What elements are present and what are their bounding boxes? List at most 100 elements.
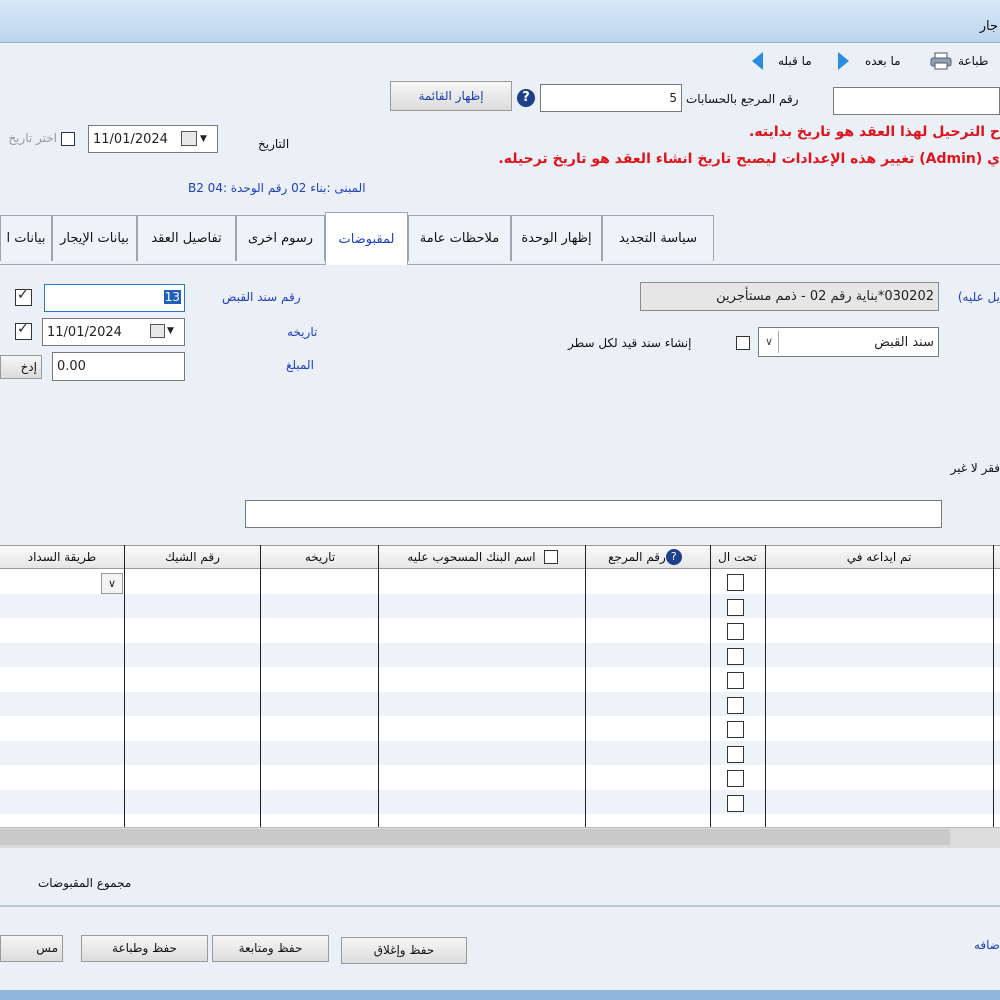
row-checkbox[interactable] bbox=[727, 574, 744, 591]
building-info: المبنى :بناء 02 رقم الوحدة :B2 04 bbox=[188, 181, 366, 195]
table-row[interactable] bbox=[0, 667, 1000, 691]
warning-line-2: ي (Admin) تغيير هذه الإعدادات ليصبح تاري… bbox=[498, 151, 1000, 167]
col-divider bbox=[378, 545, 379, 827]
show-list-button[interactable]: إظهار القائمة bbox=[390, 81, 512, 111]
col-bank-name: اسم البنك المسحوب عليه bbox=[379, 545, 586, 569]
table-row[interactable] bbox=[0, 691, 1000, 716]
col-divider bbox=[993, 545, 994, 827]
receipt-date-checkbox[interactable] bbox=[15, 321, 32, 340]
dropdown-arrow-icon-2[interactable]: ▼ bbox=[167, 326, 174, 336]
tab-data[interactable]: بيانات ا bbox=[0, 215, 52, 261]
date-label: التاريخ bbox=[258, 137, 290, 151]
status-strip bbox=[0, 990, 1000, 1000]
next-arrow-icon[interactable] bbox=[838, 52, 849, 70]
col-divider bbox=[710, 545, 711, 827]
row-checkbox[interactable] bbox=[727, 672, 744, 689]
table-row[interactable] bbox=[0, 569, 1000, 593]
window-title: جار bbox=[979, 19, 998, 34]
tab-other-fees[interactable]: رسوم اخرى bbox=[236, 215, 325, 261]
col-date: تاريخه bbox=[304, 550, 336, 564]
table-row[interactable] bbox=[0, 716, 1000, 740]
col-divider bbox=[765, 545, 766, 827]
col-divider bbox=[585, 545, 586, 827]
scrollbar-thumb[interactable] bbox=[0, 829, 950, 845]
charged-account-field[interactable]: 030202*بناية رقم 02 - ذمم مستأجرين bbox=[640, 282, 939, 311]
account-ref-label: رقم المرجع بالحسابات bbox=[686, 92, 799, 106]
col-under: تحت ال bbox=[718, 550, 757, 564]
row-checkbox[interactable] bbox=[727, 794, 744, 812]
bank-header-checkbox[interactable] bbox=[543, 550, 558, 564]
help-icon-2[interactable]: ? bbox=[665, 549, 682, 565]
dropdown-arrow-icon[interactable]: ▼ bbox=[200, 134, 207, 144]
col-deposited-in: تم ايداعه في bbox=[846, 550, 912, 564]
col-payment-method: طريقة السداد bbox=[27, 550, 97, 564]
print-button[interactable]: طباعة bbox=[958, 54, 988, 68]
receipt-no-input[interactable]: 13 bbox=[44, 284, 185, 312]
col-divider bbox=[124, 545, 125, 827]
save-continue-button[interactable]: حفظ ومتابعة bbox=[212, 935, 329, 962]
row-checkbox[interactable] bbox=[727, 647, 744, 665]
row-checkbox[interactable] bbox=[727, 696, 744, 714]
row-checkbox[interactable] bbox=[727, 721, 744, 738]
enter-button[interactable]: إدخ bbox=[0, 355, 42, 379]
table-row[interactable] bbox=[0, 765, 1000, 789]
tab-show-unit[interactable]: إظهار الوحدة bbox=[511, 215, 602, 261]
receipt-no-label: رقم سند القبض bbox=[222, 290, 301, 304]
row-checkbox[interactable] bbox=[727, 623, 744, 640]
row-checkbox[interactable] bbox=[727, 770, 744, 787]
col-divider bbox=[260, 545, 261, 827]
col-reference-label: رقم المرجع bbox=[608, 550, 666, 564]
receipt-date-label: تاريخه bbox=[287, 325, 318, 339]
help-icon[interactable]: ? bbox=[517, 89, 535, 107]
calendar-icon[interactable] bbox=[181, 131, 197, 146]
date-input[interactable]: 11/01/2024 bbox=[88, 125, 218, 153]
col-cheque-no: رقم الشيك bbox=[165, 550, 220, 564]
prev-button[interactable]: ما قبله bbox=[778, 54, 812, 68]
other-button[interactable]: مس bbox=[0, 935, 63, 962]
amount-value: 0.00 bbox=[57, 359, 86, 374]
account-ref-input[interactable]: 5 bbox=[540, 84, 682, 112]
chevron-down-icon[interactable]: ∨ bbox=[760, 331, 779, 353]
tab-general-notes[interactable]: ملاحظات عامة bbox=[408, 215, 511, 261]
voucher-type-value: سند القبض bbox=[874, 335, 934, 350]
col-bank-label: اسم البنك المسحوب عليه bbox=[407, 550, 536, 564]
table-row[interactable] bbox=[0, 789, 1000, 814]
amount-words-field[interactable] bbox=[245, 500, 942, 528]
search-field[interactable] bbox=[833, 87, 1000, 115]
choose-date-label: اختر تاريخ bbox=[8, 131, 57, 145]
prev-arrow-icon[interactable] bbox=[752, 52, 763, 70]
add-label[interactable]: ضافه bbox=[972, 938, 1000, 952]
row-checkbox[interactable] bbox=[727, 598, 744, 616]
total-receipts-label: مجموع المقبوضات bbox=[38, 876, 132, 890]
table-row[interactable] bbox=[0, 618, 1000, 642]
next-button[interactable]: ما بعده bbox=[865, 54, 901, 68]
tab-renewal-policy[interactable]: سياسة التجديد bbox=[602, 215, 714, 261]
create-entry-checkbox[interactable] bbox=[736, 336, 750, 350]
payment-method-dropdown[interactable]: ∨ bbox=[101, 573, 123, 594]
table-row[interactable] bbox=[0, 740, 1000, 765]
col-reference-no: رقم المرجع? bbox=[586, 545, 710, 569]
warning-line-1: ح الترحيل لهذا العقد هو تاريخ بدايته. bbox=[749, 124, 1000, 140]
amount-label: المبلغ bbox=[286, 358, 314, 372]
tab-rent-data[interactable]: بيانات الإيجار bbox=[52, 215, 137, 261]
table-row[interactable] bbox=[0, 642, 1000, 667]
amount-input[interactable]: 0.00 bbox=[52, 352, 185, 381]
save-close-button[interactable]: حفظ وإغلاق bbox=[341, 937, 467, 964]
footer-separator bbox=[0, 905, 1000, 907]
charged-label: يل عليه) bbox=[957, 290, 1000, 304]
choose-date-checkbox[interactable] bbox=[61, 132, 75, 146]
save-print-button[interactable]: حفظ وطباعة bbox=[81, 935, 208, 962]
only-label: فقر لا غير bbox=[950, 461, 1000, 475]
row-checkbox[interactable] bbox=[727, 745, 744, 763]
tab-receipts[interactable]: لمقبوضات bbox=[325, 212, 408, 265]
receipt-no-checkbox[interactable] bbox=[15, 287, 32, 306]
table-row[interactable] bbox=[0, 593, 1000, 618]
date-value: 11/01/2024 bbox=[93, 132, 168, 147]
title-bar bbox=[0, 0, 1000, 43]
create-entry-label: إنشاء سند قيد لكل سطر bbox=[568, 336, 692, 350]
tab-contract-details[interactable]: تفاصيل العقد bbox=[137, 215, 236, 261]
printer-icon[interactable] bbox=[930, 52, 952, 70]
receipt-date-value: 11/01/2024 bbox=[47, 325, 122, 340]
calendar-icon-2[interactable] bbox=[150, 324, 165, 338]
voucher-type-select[interactable]: سند القبض bbox=[758, 327, 939, 357]
